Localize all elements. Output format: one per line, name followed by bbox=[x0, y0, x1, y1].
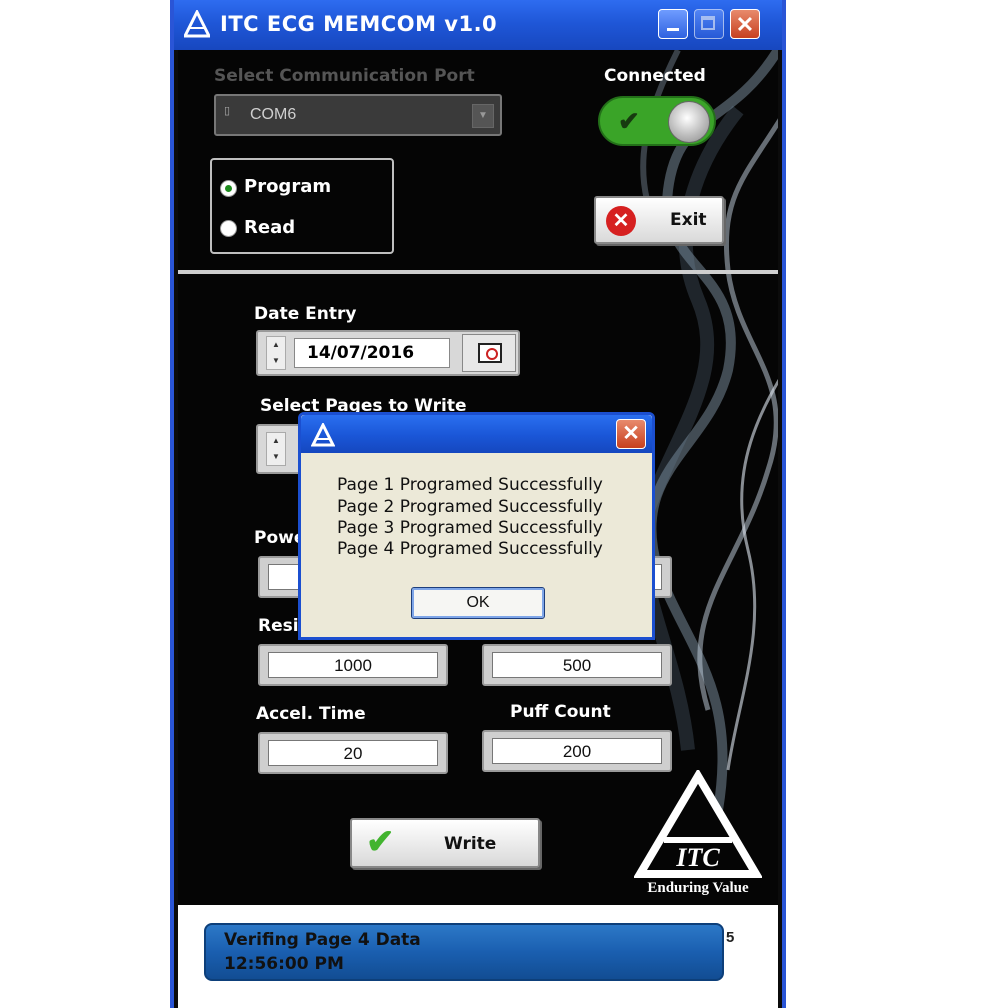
itc-logo-icon bbox=[184, 10, 210, 38]
dialog-close-button[interactable]: ✕ bbox=[616, 419, 646, 449]
date-label: Date Entry bbox=[254, 304, 357, 324]
program-radio[interactable] bbox=[220, 180, 237, 197]
spin-up-icon[interactable]: ▲ bbox=[267, 433, 285, 449]
chevron-down-icon[interactable]: ▼ bbox=[472, 104, 494, 128]
logo-tagline: Enduring Value bbox=[647, 880, 749, 896]
dialog-message-line: Page 2 Programed Successfully bbox=[337, 497, 603, 517]
status-panel: Verifing Page 4 Data 12:56:00 PM bbox=[204, 923, 724, 981]
status-right-digit: 5 bbox=[726, 929, 735, 946]
toggle-knob bbox=[668, 101, 710, 143]
resistance-left-field[interactable]: 1000 bbox=[258, 644, 448, 686]
accel-time-label: Accel. Time bbox=[256, 704, 366, 724]
message-dialog: ✕ Page 1 Programed Successfully Page 2 P… bbox=[298, 412, 655, 640]
accel-time-input[interactable]: 20 bbox=[268, 740, 438, 766]
dialog-title-bar[interactable]: ✕ bbox=[301, 415, 652, 453]
read-radio-label[interactable]: Read bbox=[244, 217, 295, 238]
maximize-button[interactable] bbox=[694, 9, 724, 39]
connection-label: Connected bbox=[604, 66, 706, 86]
status-message: Verifing Page 4 Data bbox=[224, 930, 421, 950]
resistance-right-field[interactable]: 500 bbox=[482, 644, 672, 686]
status-time: 12:56:00 PM bbox=[224, 954, 344, 974]
spin-down-icon[interactable]: ▼ bbox=[267, 449, 285, 465]
checkmark-icon: ✔ bbox=[618, 106, 640, 136]
port-label: Select Communication Port bbox=[214, 66, 475, 86]
program-radio-label[interactable]: Program bbox=[244, 176, 331, 197]
mode-group: Program Read bbox=[210, 158, 394, 254]
dialog-message-line: Page 3 Programed Successfully bbox=[337, 518, 603, 538]
title-bar[interactable]: ITC ECG MEMCOM v1.0 ✕ bbox=[174, 0, 782, 50]
write-label: Write bbox=[444, 834, 497, 854]
checkmark-icon: ✔ bbox=[366, 823, 395, 861]
resistance-right-input[interactable]: 500 bbox=[492, 652, 662, 678]
itc-brand-logo: ITC Enduring Value bbox=[632, 768, 764, 902]
status-bar: 5 Verifing Page 4 Data 12:56:00 PM bbox=[178, 905, 778, 1008]
port-value: COM6 bbox=[250, 106, 297, 123]
itc-triangle-icon: ITC bbox=[632, 768, 764, 878]
itc-logo-icon bbox=[311, 423, 335, 447]
puff-count-label: Puff Count bbox=[510, 702, 611, 722]
puff-count-input[interactable]: 200 bbox=[492, 738, 662, 764]
itc-logo-lettering: ITC bbox=[675, 843, 720, 872]
dialog-message-line: Page 1 Programed Successfully bbox=[337, 475, 603, 495]
spin-up-icon[interactable]: ▲ bbox=[267, 337, 285, 353]
window-title: ITC ECG MEMCOM v1.0 bbox=[220, 12, 498, 36]
minimize-button[interactable] bbox=[658, 9, 688, 39]
exit-button[interactable]: ✕ Exit bbox=[594, 196, 724, 244]
pages-spin-control[interactable]: ▲ ▼ bbox=[266, 432, 286, 466]
exit-label: Exit bbox=[670, 210, 707, 230]
resistance-left-input[interactable]: 1000 bbox=[268, 652, 438, 678]
date-input[interactable]: 14/07/2016 bbox=[294, 338, 450, 368]
resistance-label: Resi bbox=[258, 616, 299, 636]
exit-icon: ✕ bbox=[606, 206, 636, 236]
divider bbox=[178, 270, 778, 274]
calendar-button[interactable] bbox=[462, 334, 516, 372]
date-spinner[interactable]: ▲ ▼ bbox=[266, 336, 286, 370]
write-button[interactable]: ✔ Write bbox=[350, 818, 540, 868]
close-icon: ✕ bbox=[622, 422, 640, 445]
ok-button[interactable]: OK bbox=[411, 587, 545, 619]
close-icon: ✕ bbox=[735, 12, 755, 37]
spin-down-icon[interactable]: ▼ bbox=[267, 353, 285, 369]
port-icon: ▯ bbox=[224, 105, 231, 117]
connection-toggle[interactable]: ✔ bbox=[598, 96, 716, 146]
accel-time-field[interactable]: 20 bbox=[258, 732, 448, 774]
dialog-message-line: Page 4 Programed Successfully bbox=[337, 539, 603, 559]
date-picker[interactable]: ▲ ▼ 14/07/2016 bbox=[256, 330, 520, 376]
calendar-icon bbox=[478, 343, 502, 363]
read-radio[interactable] bbox=[220, 220, 237, 237]
puff-count-field[interactable]: 200 bbox=[482, 730, 672, 772]
port-select[interactable]: ▯ COM6 ▼ bbox=[214, 94, 502, 136]
close-button[interactable]: ✕ bbox=[730, 9, 760, 39]
